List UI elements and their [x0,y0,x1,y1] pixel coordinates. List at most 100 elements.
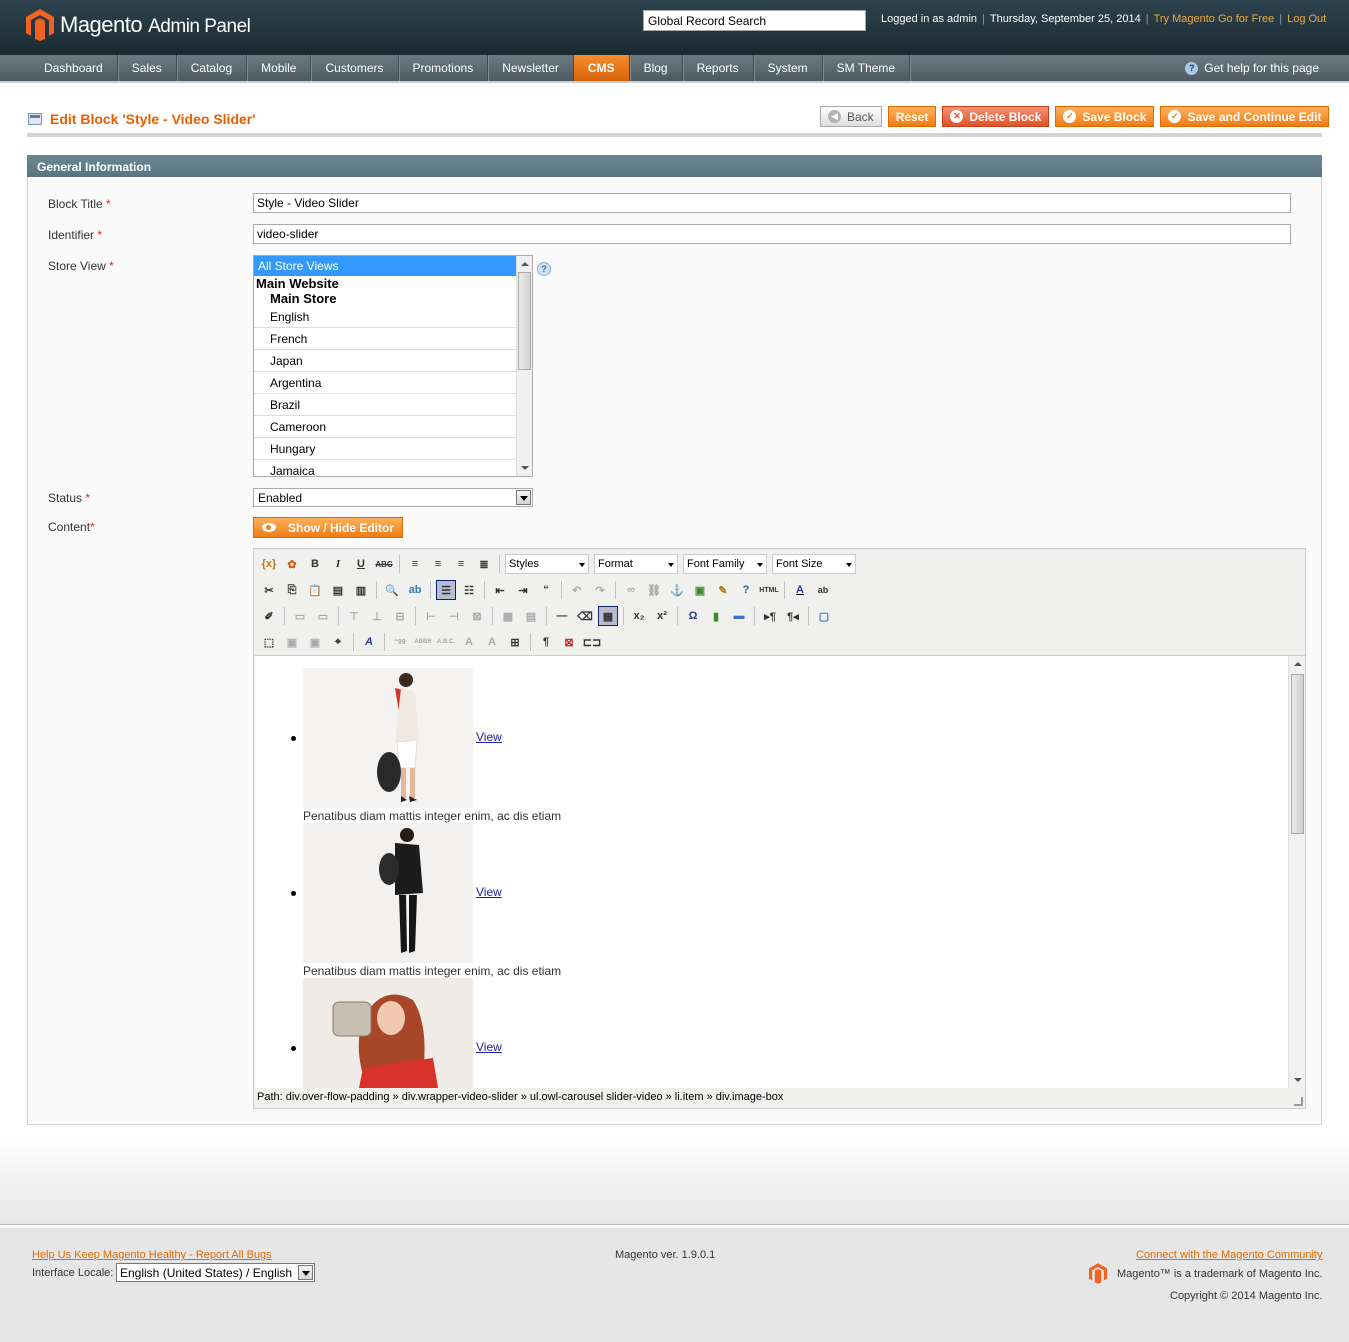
underline-icon[interactable]: U [351,554,371,574]
try-magento-go-link[interactable]: Try Magento Go for Free [1154,13,1275,25]
anchor-icon[interactable]: ⚓ [667,580,687,600]
help-link[interactable]: ? Get help for this page [1185,61,1319,75]
align-left-icon[interactable]: ≡ [405,554,425,574]
identifier-input[interactable] [253,224,1291,244]
bullet-list-icon[interactable]: ☰ [436,580,456,600]
nav-sm-theme[interactable]: SM Theme [823,55,911,81]
store-option[interactable]: Japan [254,350,516,372]
show-hide-editor-button[interactable]: Show / Hide Editor [253,517,404,538]
global-search-input[interactable] [643,10,866,31]
delete-col-icon[interactable]: ⊠ [467,606,487,626]
cleanup-icon[interactable]: ✎ [713,580,733,600]
row-after-icon[interactable]: ⊥ [367,606,387,626]
store-view-multiselect[interactable]: All Store Views Main Website Main Store … [253,255,533,477]
nav-system[interactable]: System [754,55,823,81]
nav-sales[interactable]: Sales [118,55,177,81]
cut-icon[interactable]: ✂ [259,580,279,600]
view-link[interactable]: View [476,1040,502,1054]
outdent-icon[interactable]: ⇤ [490,580,510,600]
table-cell-props-icon[interactable]: ▭ [313,606,333,626]
background-color-icon[interactable]: ab [813,580,833,600]
remove-format-icon[interactable]: ⌫ [575,606,595,626]
superscript-icon[interactable]: x² [652,606,672,626]
scroll-down-icon[interactable] [1294,1078,1302,1082]
move-backward-icon[interactable]: ▣ [305,632,325,652]
col-after-icon[interactable]: ⊣ [444,606,464,626]
subscript-icon[interactable]: x₂ [629,606,649,626]
reset-button[interactable]: Reset [887,106,937,127]
logout-link[interactable]: Log Out [1287,13,1326,25]
merge-cells-icon[interactable]: ▤ [521,606,541,626]
locale-select[interactable]: English (United States) / English [116,1263,315,1282]
chevron-down-icon[interactable] [298,1265,313,1280]
advanced-hr-icon[interactable]: ▬ [729,606,749,626]
store-option-all[interactable]: All Store Views [254,256,516,276]
scroll-thumb[interactable] [518,272,531,370]
col-before-icon[interactable]: ⊢ [421,606,441,626]
undo-icon[interactable]: ↶ [567,580,587,600]
insert-widget-icon[interactable]: ✿ [282,554,302,574]
font-size-select[interactable]: Font Size [772,554,856,574]
save-continue-button[interactable]: ✓ Save and Continue Edit [1160,106,1330,127]
save-block-button[interactable]: ✓ Save Block [1055,106,1155,127]
insert-text-icon[interactable]: A [482,632,502,652]
indent-icon[interactable]: ⇥ [513,580,533,600]
move-forward-icon[interactable]: ▣ [282,632,302,652]
replace-icon[interactable]: ab [405,580,425,600]
status-select[interactable]: Enabled [253,488,533,507]
nav-promotions[interactable]: Promotions [399,55,489,81]
community-link[interactable]: Connect with the Magento Community [1136,1249,1322,1261]
rtl-icon[interactable]: ¶◂ [783,606,803,626]
view-link[interactable]: View [476,730,502,744]
bold-icon[interactable]: B [305,554,325,574]
scroll-up-icon[interactable] [1294,662,1302,666]
help-editor-icon[interactable]: ? [736,580,756,600]
redo-icon[interactable]: ↷ [590,580,610,600]
special-char-icon[interactable]: Ω [683,606,703,626]
block-title-input[interactable] [253,193,1291,213]
insert-variable-icon[interactable]: {x} [259,554,279,574]
link-icon[interactable]: ∞ [621,580,641,600]
paste-icon[interactable]: 📋 [305,580,325,600]
store-option[interactable]: Hungary [254,438,516,460]
delete-row-icon[interactable]: ⊟ [390,606,410,626]
store-option[interactable]: French [254,328,516,350]
editor-scrollbar[interactable] [1288,656,1305,1088]
nav-blog[interactable]: Blog [630,55,683,81]
magento-logo[interactable]: Magento Admin Panel [26,9,251,41]
store-option[interactable]: English [254,306,516,328]
store-option[interactable]: Cameroon [254,416,516,438]
copy-icon[interactable]: ⎘ [282,580,302,600]
nav-catalog[interactable]: Catalog [177,55,248,81]
align-right-icon[interactable]: ≡ [451,554,471,574]
table-icon[interactable]: ▦ [598,606,618,626]
blockquote-icon[interactable]: “ [536,580,556,600]
report-bugs-link[interactable]: Help Us Keep Magento Healthy - Report Al… [32,1249,272,1261]
align-justify-icon[interactable]: ≣ [474,554,494,574]
attributes-icon[interactable]: ⊞ [505,632,525,652]
paste-text-icon[interactable]: ▤ [328,580,348,600]
scroll-up-icon[interactable] [521,262,529,266]
pagebreak-icon[interactable]: ⊏⊐ [582,632,602,652]
store-option[interactable]: Argentina [254,372,516,394]
table-row-props-icon[interactable]: ▭ [290,606,310,626]
chevron-down-icon[interactable] [516,490,531,505]
back-button[interactable]: ◀ Back [820,106,882,127]
delete-text-icon[interactable]: A [459,632,479,652]
nav-newsletter[interactable]: Newsletter [488,55,574,81]
nav-dashboard[interactable]: Dashboard [30,55,118,81]
find-icon[interactable]: 🔍 [382,580,402,600]
strikethrough-icon[interactable]: ABC [374,554,394,574]
paste-word-icon[interactable]: ▥ [351,580,371,600]
edit-css-icon[interactable]: ✐ [259,606,279,626]
nav-customers[interactable]: Customers [311,55,399,81]
acronym-icon[interactable]: A.B.C. [436,632,456,652]
store-option[interactable]: Jamaica [254,460,516,476]
split-cells-icon[interactable]: ▦ [498,606,518,626]
delete-block-button[interactable]: ✕ Delete Block [942,106,1050,127]
visual-chars-icon[interactable]: ¶ [536,632,556,652]
scroll-thumb[interactable] [1291,674,1304,834]
store-view-help-icon[interactable]: ? [537,262,551,276]
store-option[interactable]: Brazil [254,394,516,416]
fullscreen-icon[interactable]: ▢ [814,606,834,626]
